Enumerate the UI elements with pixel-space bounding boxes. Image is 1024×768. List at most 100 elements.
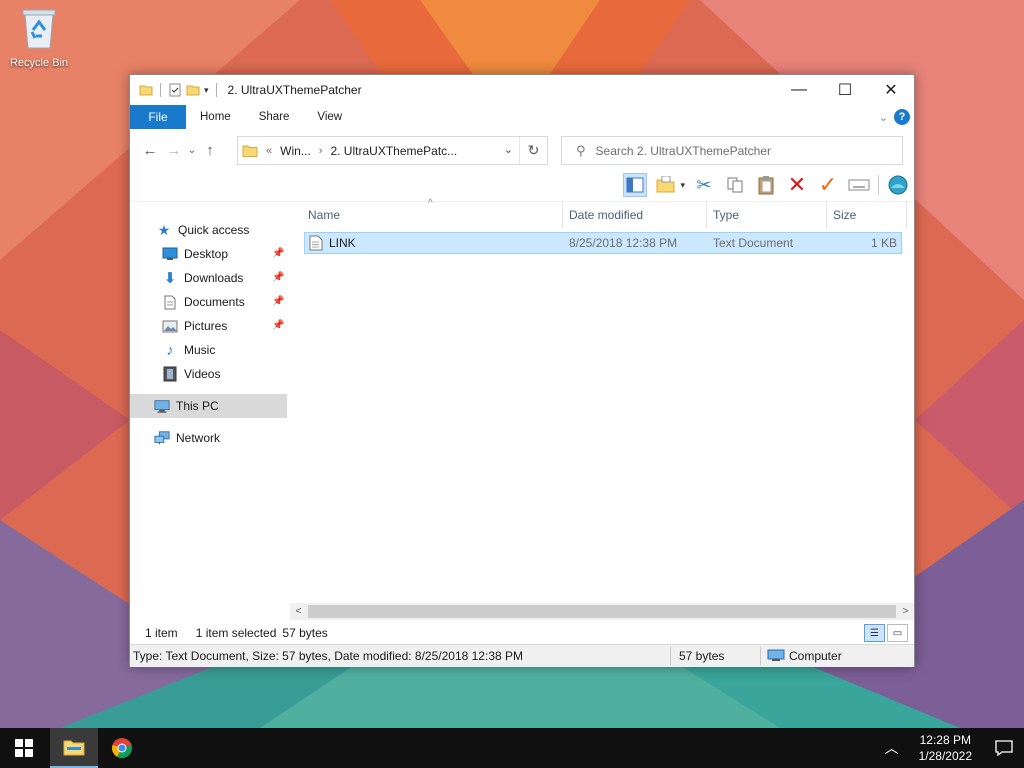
- nav-downloads[interactable]: ⬇ Downloads: [162, 266, 244, 290]
- notification-icon: [995, 740, 1013, 756]
- folder-icon: [242, 145, 258, 157]
- customize-toolbar-dropdown-icon[interactable]: ▾: [204, 85, 209, 96]
- search-box[interactable]: ⚲ Search 2. UltraUXThemePatcher: [561, 136, 903, 165]
- details-location: Computer: [789, 649, 842, 663]
- scroll-right-icon[interactable]: >: [897, 603, 914, 620]
- nav-this-pc[interactable]: This PC: [154, 394, 219, 418]
- rename-icon[interactable]: [847, 173, 871, 197]
- tab-view[interactable]: View: [303, 105, 356, 129]
- document-icon: [162, 294, 178, 310]
- show-hidden-icons-chevron-icon[interactable]: ︿: [877, 738, 907, 758]
- table-row[interactable]: LINK 8/25/2018 12:38 PM Text Document 1 …: [304, 232, 902, 254]
- file-type: Text Document: [713, 236, 794, 250]
- selection-size: 57 bytes: [282, 626, 328, 640]
- file-name[interactable]: LINK: [329, 233, 356, 253]
- details-size: 57 bytes: [679, 649, 725, 663]
- pictures-icon: [162, 318, 178, 334]
- new-folder-icon[interactable]: [654, 173, 678, 197]
- close-button[interactable]: ✕: [868, 75, 914, 105]
- chrome-icon: [112, 738, 132, 759]
- start-button[interactable]: [0, 728, 48, 768]
- clock-date: 1/28/2022: [918, 749, 972, 763]
- nav-videos[interactable]: Videos: [162, 362, 220, 386]
- cut-icon[interactable]: ✂: [692, 173, 716, 197]
- breadcrumb-separator[interactable]: ›: [319, 145, 323, 157]
- address-dropdown-icon[interactable]: ⌄: [504, 143, 513, 156]
- film-icon: [162, 366, 178, 382]
- status-bar: 1 item 1 item selected 57 bytes ☰ ▭: [130, 622, 914, 644]
- expand-ribbon-chevron-icon[interactable]: ⌄: [879, 111, 888, 124]
- tab-home[interactable]: Home: [186, 105, 245, 129]
- breadcrumb-current[interactable]: 2. UltraUXThemePatc...: [330, 144, 457, 158]
- pin-icon[interactable]: 📌: [272, 320, 284, 331]
- network-icon: [154, 430, 170, 446]
- address-bar[interactable]: « Win... › 2. UltraUXThemePatc... ⌄ ↻: [237, 136, 548, 165]
- paste-icon[interactable]: [754, 173, 778, 197]
- system-tray: ︿ 12:28 PM 1/28/2022: [877, 728, 1024, 768]
- forward-button[interactable]: →: [162, 138, 186, 162]
- music-note-icon: ♪: [166, 341, 174, 359]
- window-title: 2. UltraUXThemePatcher: [227, 83, 362, 97]
- properties-check-icon[interactable]: ✓: [816, 172, 840, 197]
- search-icon: ⚲: [576, 142, 586, 158]
- tab-file[interactable]: File: [130, 105, 186, 129]
- ribbon-tabs: File Home Share View ⌄ ?: [130, 105, 914, 129]
- details-status-bar: Type: Text Document, Size: 57 bytes, Dat…: [130, 644, 914, 667]
- nav-pictures[interactable]: Pictures: [162, 314, 227, 338]
- navigation-pane: ★ Quick access Desktop 📌 ⬇ Downloads 📌 D…: [130, 202, 290, 602]
- delete-icon[interactable]: ✕: [785, 172, 809, 197]
- horizontal-scrollbar[interactable]: < >: [290, 603, 914, 620]
- recent-locations-dropdown[interactable]: ⌄: [186, 138, 198, 162]
- star-icon: ★: [157, 221, 171, 238]
- navigation-pane-toggle-icon[interactable]: [623, 173, 648, 197]
- pin-icon[interactable]: 📌: [272, 296, 284, 307]
- scrollbar-thumb[interactable]: [308, 605, 896, 618]
- taskbar: ︿ 12:28 PM 1/28/2022: [0, 728, 1024, 768]
- column-header-type[interactable]: Type: [713, 202, 739, 228]
- nav-network[interactable]: Network: [154, 426, 220, 450]
- new-folder-icon[interactable]: [186, 83, 200, 97]
- nav-quick-access[interactable]: ★ Quick access: [156, 218, 250, 242]
- item-count: 1 item: [145, 626, 178, 640]
- pin-icon[interactable]: 📌: [272, 248, 284, 259]
- back-button[interactable]: ←: [138, 138, 162, 162]
- up-button[interactable]: ↑: [198, 138, 222, 162]
- breadcrumb-parent[interactable]: Win...: [280, 144, 311, 158]
- action-center-button[interactable]: [984, 728, 1024, 768]
- copy-icon[interactable]: [723, 173, 747, 197]
- nav-desktop[interactable]: Desktop: [162, 242, 228, 266]
- file-date-modified: 8/25/2018 12:38 PM: [569, 236, 678, 250]
- nav-documents[interactable]: Documents: [162, 290, 245, 314]
- scroll-left-icon[interactable]: <: [290, 603, 307, 620]
- sort-ascending-icon: ^: [428, 198, 433, 209]
- file-explorer-window[interactable]: ▾ 2. UltraUXThemePatcher — ☐ ✕ File Home…: [129, 74, 915, 667]
- new-folder-dropdown-icon[interactable]: ▾: [680, 180, 685, 191]
- title-bar[interactable]: ▾ 2. UltraUXThemePatcher — ☐ ✕: [130, 75, 914, 105]
- column-header-date-modified[interactable]: Date modified: [569, 202, 643, 228]
- file-size: 1 KB: [870, 236, 897, 250]
- properties-icon[interactable]: [168, 83, 182, 97]
- large-icons-view-icon[interactable]: ▭: [887, 624, 908, 642]
- recycle-bin-icon: [22, 9, 56, 49]
- quick-access-toolbar: ▾: [130, 83, 220, 97]
- computer-icon: [154, 398, 170, 414]
- details-view-icon[interactable]: ☰: [864, 624, 885, 642]
- computer-icon: [767, 649, 785, 661]
- help-button[interactable]: ?: [894, 109, 910, 125]
- breadcrumb-overflow[interactable]: «: [266, 145, 272, 157]
- column-header-name[interactable]: Name: [308, 202, 340, 228]
- nav-music[interactable]: ♪ Music: [162, 338, 215, 362]
- taskbar-file-explorer[interactable]: [50, 728, 98, 768]
- taskbar-chrome[interactable]: [98, 728, 146, 768]
- maximize-button[interactable]: ☐: [822, 75, 868, 105]
- pin-icon[interactable]: 📌: [272, 272, 284, 283]
- tab-share[interactable]: Share: [245, 105, 304, 129]
- minimize-button[interactable]: —: [776, 75, 822, 105]
- file-list[interactable]: ^ Name Date modified Type Size LINK 8/25…: [304, 198, 914, 602]
- shell-globe-icon[interactable]: [886, 173, 910, 197]
- refresh-button[interactable]: ↻: [519, 137, 547, 164]
- recycle-bin-shortcut[interactable]: Recycle Bin: [4, 6, 74, 69]
- clock[interactable]: 12:28 PM 1/28/2022: [907, 732, 984, 764]
- column-header-size[interactable]: Size: [833, 202, 856, 228]
- navigation-bar: ← → ⌄ ↑ « Win... › 2. UltraUXThemePatc..…: [130, 133, 914, 167]
